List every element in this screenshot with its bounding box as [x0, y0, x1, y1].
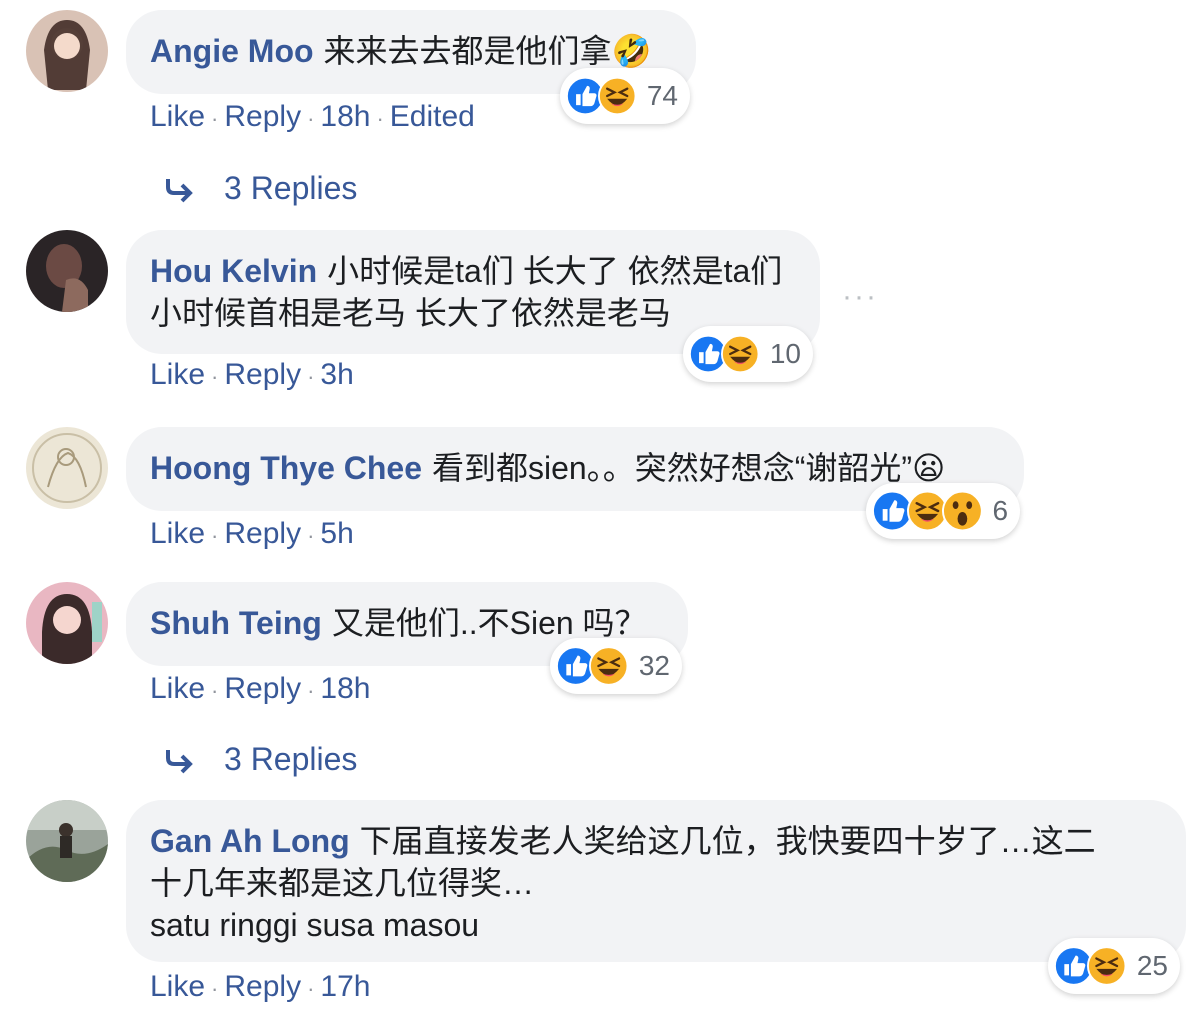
reply-link[interactable]: Reply	[224, 100, 301, 133]
reaction-summary[interactable]: 10	[683, 326, 813, 382]
reaction-count: 25	[1136, 950, 1168, 981]
avatar[interactable]	[26, 10, 108, 92]
avatar[interactable]	[26, 230, 108, 312]
like-link[interactable]: Like	[150, 970, 205, 1003]
like-link[interactable]: Like	[150, 358, 205, 391]
reaction-count: 32	[638, 650, 670, 681]
comment-author[interactable]: Angie Moo	[150, 33, 314, 69]
replies-count[interactable]: 3 Replies	[224, 170, 357, 207]
comment-author[interactable]: Shuh Teing	[150, 605, 322, 641]
reply-link[interactable]: Reply	[224, 358, 301, 391]
comment-author[interactable]: Hoong Thye Chee	[150, 450, 422, 486]
comment-bubble: Gan Ah Long 下届直接发老人奖给这几位，我快要四十岁了…这二 十几年来都…	[126, 800, 1186, 962]
reply-arrow-icon	[166, 178, 193, 202]
avatar[interactable]	[26, 427, 108, 509]
reaction-summary[interactable]: 25	[1048, 938, 1180, 994]
comment-text: 又是他们..不Sien 吗？	[331, 605, 647, 641]
comment-text: 看到都sien。。突然好想念“谢韶光”😦	[432, 450, 946, 486]
like-link[interactable]: Like	[150, 517, 205, 550]
comment-actions: Like · Reply · 17h	[150, 970, 370, 1004]
avatar[interactable]	[26, 582, 108, 664]
comment-text-line: satu ringgi susa masou	[150, 907, 480, 943]
wow-reaction-icon	[941, 490, 983, 532]
comment-actions: Like · Reply · 18h · Edited	[150, 100, 475, 134]
separator: ·	[376, 106, 384, 131]
separator: ·	[307, 106, 315, 131]
haha-reaction-icon	[1087, 946, 1127, 986]
timestamp[interactable]: 3h	[320, 358, 353, 391]
separator: ·	[307, 364, 315, 389]
timestamp[interactable]: 5h	[320, 517, 353, 550]
separator: ·	[211, 106, 219, 131]
view-replies-link[interactable]: 3 Replies	[164, 170, 357, 207]
more-options-button[interactable]: ···	[842, 280, 878, 314]
replies-count[interactable]: 3 Replies	[224, 741, 357, 778]
separator: ·	[307, 678, 315, 703]
separator: ·	[211, 364, 219, 389]
view-replies-link[interactable]: 3 Replies	[164, 741, 357, 778]
reply-link[interactable]: Reply	[224, 970, 301, 1003]
separator: ·	[307, 523, 315, 548]
comment-text-line: 小时候是ta们 长大了 依然是ta们	[327, 253, 783, 289]
haha-reaction-icon	[589, 646, 629, 686]
reaction-summary[interactable]: 32	[550, 638, 682, 694]
separator: ·	[307, 976, 315, 1001]
reaction-summary[interactable]: 74	[560, 68, 690, 124]
comment-actions: Like · Reply · 18h	[150, 672, 370, 706]
haha-reaction-icon	[598, 76, 637, 116]
comment-text: 来来去去都是他们拿🤣	[323, 33, 652, 69]
comment-author[interactable]: Hou Kelvin	[150, 253, 317, 289]
reply-link[interactable]: Reply	[224, 672, 301, 705]
separator: ·	[211, 976, 219, 1001]
comment-text-line: 十几年来都是这几位得奖…	[150, 865, 535, 901]
separator: ·	[211, 678, 219, 703]
reply-arrow-icon	[166, 749, 193, 773]
comment-actions: Like · Reply · 3h	[150, 358, 354, 392]
like-link[interactable]: Like	[150, 672, 205, 705]
timestamp[interactable]: 17h	[320, 970, 370, 1003]
edited-label[interactable]: Edited	[390, 100, 475, 133]
like-link[interactable]: Like	[150, 100, 205, 133]
comment-text-line: 下届直接发老人奖给这几位，我快要四十岁了…这二	[359, 823, 1096, 859]
separator: ·	[211, 523, 219, 548]
haha-reaction-icon	[721, 334, 760, 374]
timestamp[interactable]: 18h	[320, 100, 370, 133]
reaction-count: 6	[992, 495, 1009, 526]
avatar[interactable]	[26, 800, 108, 882]
reply-link[interactable]: Reply	[224, 517, 301, 550]
reaction-count: 74	[646, 80, 678, 111]
comment-author[interactable]: Gan Ah Long	[150, 823, 350, 859]
reaction-count: 10	[769, 338, 801, 369]
comment-actions: Like · Reply · 5h	[150, 517, 354, 551]
reaction-summary[interactable]: 6	[866, 483, 1020, 539]
timestamp[interactable]: 18h	[320, 672, 370, 705]
